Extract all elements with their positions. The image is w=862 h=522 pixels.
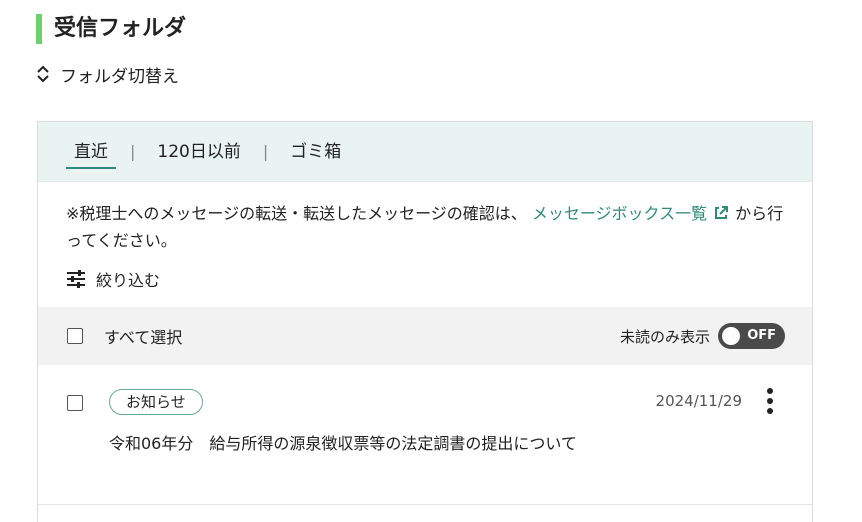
external-link-icon	[715, 206, 729, 219]
notice-text-before: ※税理士へのメッセージの転送・転送したメッセージの確認は、	[66, 204, 527, 223]
tab-separator: |	[262, 142, 269, 161]
filter-button[interactable]: 絞り込む	[66, 264, 206, 294]
unread-only-label: 未読のみ表示	[619, 327, 710, 346]
message-box-list-link-text: メッセージボックス一覧	[531, 204, 708, 223]
tab-before-120-days[interactable]: 120日以前	[149, 137, 248, 167]
select-all-checkbox[interactable]	[67, 328, 83, 344]
message-checkbox[interactable]	[67, 395, 83, 411]
message-subject[interactable]: 令和06年分 給与所得の源泉徴収票等の法定調書の提出について	[109, 432, 577, 456]
tab-recent[interactable]: 直近	[66, 137, 116, 169]
message-date: 2024/11/29	[655, 392, 742, 410]
page-title: 受信フォルダ	[36, 14, 186, 44]
folder-switch-button[interactable]: フォルダ切替え	[36, 62, 179, 87]
select-all-label: すべて選択	[104, 328, 183, 347]
tab-separator: |	[130, 142, 136, 161]
tab-trash[interactable]: ゴミ箱	[282, 137, 349, 167]
sliders-icon	[67, 270, 85, 288]
more-options-icon[interactable]	[766, 387, 774, 415]
toggle-knob	[722, 327, 740, 345]
message-box-list-link[interactable]: メッセージボックス一覧	[532, 204, 735, 223]
select-bar: すべて選択 未読のみ表示 OFF	[38, 307, 812, 365]
filter-label: 絞り込む	[96, 271, 161, 290]
folder-switch-label: フォルダ切替え	[60, 66, 179, 87]
category-badge: お知らせ	[109, 389, 203, 415]
chevron-up-down-icon	[37, 65, 49, 83]
tab-bar: 直近 | 120日以前 | ゴミ箱	[38, 122, 812, 182]
inbox-panel: 直近 | 120日以前 | ゴミ箱 ※税理士へのメッセージの転送・転送したメッセ…	[37, 121, 813, 522]
unread-only-toggle[interactable]: OFF	[718, 323, 785, 349]
list-item[interactable]: お知らせ 2024/11/29 令和06年分 給与所得の源泉徴収票等の法定調書の…	[38, 365, 812, 505]
forwarding-notice: ※税理士へのメッセージの転送・転送したメッセージの確認は、 メッセージボックス一…	[38, 182, 812, 254]
toggle-state-text: OFF	[747, 328, 776, 343]
